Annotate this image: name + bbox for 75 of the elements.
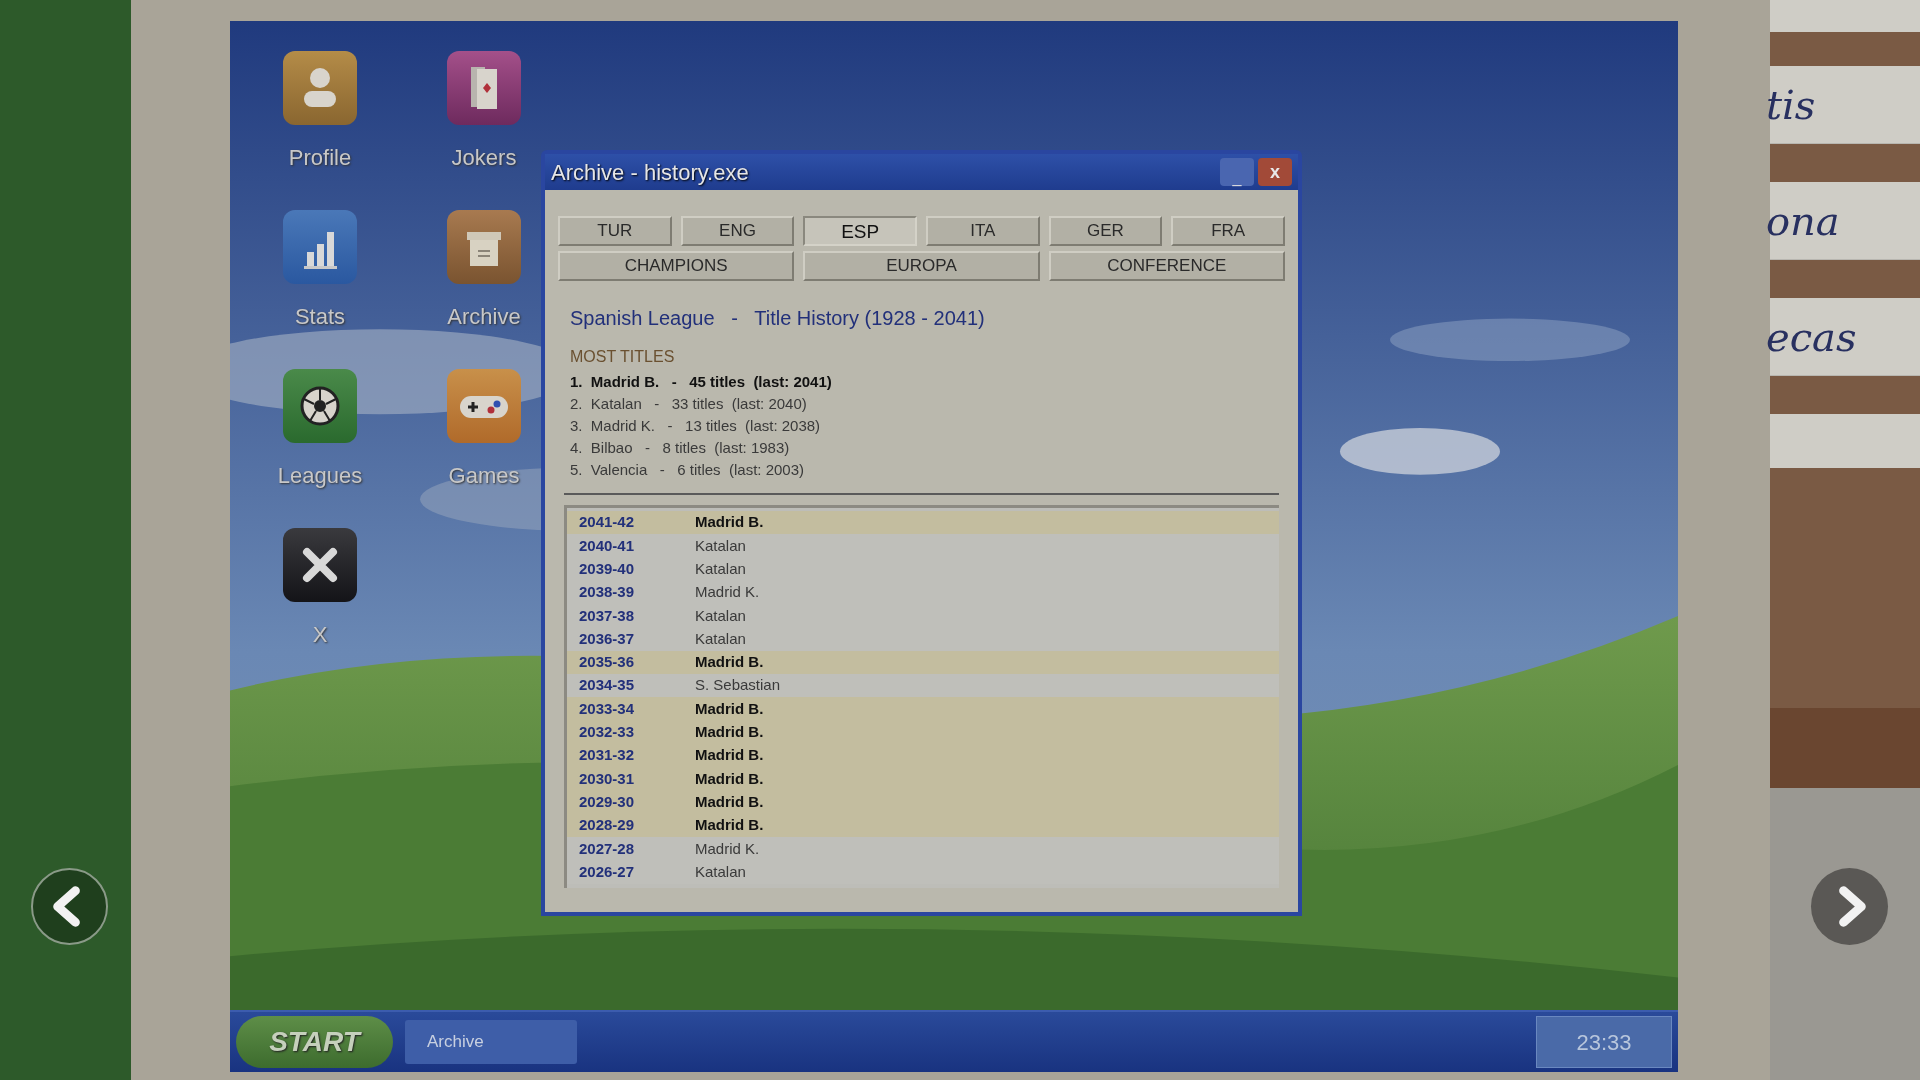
table-row[interactable]: 2028-29 Madrid B. (567, 813, 1279, 838)
club-cell-text: S. Sebastian (695, 675, 781, 696)
club-cell-text: Madrid B. (695, 768, 764, 789)
season-cell-text: 2034-35 (579, 675, 636, 696)
season-cell-text: 2039-40 (579, 559, 636, 579)
season-cell-text: 2040-41 (579, 535, 636, 556)
table-row[interactable]: 2035-36 Madrid B. (567, 650, 1279, 675)
table-row[interactable]: 2029-30 Madrid B. (567, 790, 1279, 814)
clock: 23:33 (1536, 1016, 1672, 1068)
club-cell-text: Katalan (695, 861, 746, 882)
taskbar-button[interactable]: Archive (405, 1020, 577, 1064)
club-cell-text: Madrid B. (695, 722, 764, 743)
ranking-entry: 4. Bilbao - 8 titles (last: 1983) (570, 438, 791, 458)
person-icon[interactable] (283, 51, 357, 125)
table-row[interactable]: 2033-34 Madrid B. (567, 697, 1279, 721)
window-title: Archive - history.exe (551, 158, 750, 187)
season-cell-text: 2035-36 (579, 652, 636, 673)
club-cell-text: Katalan (695, 628, 746, 649)
country-tab[interactable]: ITA (926, 216, 1040, 246)
season-cell-text: 2038-39 (579, 582, 636, 603)
country-tab[interactable]: ENG (680, 216, 795, 246)
icon-label[interactable]: Stats (294, 300, 346, 333)
club-cell-text: Madrid B. (695, 512, 764, 533)
ranking-entry: 1. Madrid B. - 45 titles (last: 2041) (570, 372, 833, 392)
club-cell-text: Madrid B. (695, 745, 764, 766)
icon-label[interactable]: Jokers (451, 141, 517, 174)
season-cell-text: 2033-34 (579, 698, 636, 719)
season-cell-text: 2028-29 (579, 815, 636, 836)
country-tab[interactable]: ESP (803, 216, 917, 246)
icon-label[interactable]: Archive (447, 300, 521, 333)
icon-label[interactable]: Profile (288, 141, 352, 174)
club-cell-text: Madrid B. (695, 791, 764, 812)
table-row[interactable]: 2041-42 Madrid B. (567, 511, 1279, 535)
ranking-entry: 3. Madrid K. - 13 titles (last: 2038) (570, 416, 822, 436)
close-icon[interactable] (283, 528, 357, 602)
club-cell-text: Katalan (695, 559, 746, 579)
ranking-entry: 2. Katalan - 33 titles (last: 2040) (570, 394, 808, 414)
club-cell-text: Madrid B. (695, 698, 764, 719)
note-text: tis (1766, 80, 1816, 130)
competition-tab[interactable]: EUROPA (803, 251, 1040, 281)
table-row[interactable]: 2031-32 Madrid B. (567, 743, 1279, 768)
season-cell-text: 2041-42 (579, 512, 636, 533)
ranking-entry: 5. Valencia - 6 titles (last: 2003) (570, 460, 805, 480)
club-cell-text: Madrid B. (695, 815, 764, 836)
cards-icon[interactable] (447, 51, 521, 125)
country-tab[interactable]: FRA (1171, 216, 1285, 246)
season-cell-text: 2032-33 (579, 722, 636, 743)
note-text: ecas (1766, 312, 1857, 362)
table-row[interactable]: 2032-33 Madrid B. (567, 720, 1279, 744)
close-button[interactable]: x (1258, 158, 1292, 186)
page-heading: Spanish League - Title History (1928 - 2041) (570, 306, 986, 331)
minimize-button[interactable]: _ (1220, 158, 1254, 186)
season-cell-text: 2030-31 (579, 768, 636, 789)
country-tab[interactable]: GER (1048, 216, 1163, 246)
season-cell-text: 2031-32 (579, 745, 636, 766)
wheel-icon[interactable] (283, 369, 357, 443)
season-cell-text: 2027-28 (579, 838, 636, 859)
gamepad-icon[interactable] (447, 369, 521, 443)
box-icon[interactable] (447, 210, 521, 284)
club-cell-text: Madrid K. (695, 582, 760, 603)
competition-tab[interactable]: CONFERENCE (1048, 251, 1285, 281)
season-cell-text: 2036-37 (579, 628, 636, 649)
club-cell-text: Madrid K. (695, 838, 760, 859)
club-cell-text: Madrid B. (695, 652, 764, 673)
bar-chart-icon[interactable] (283, 210, 357, 284)
note-text: ona (1766, 196, 1840, 246)
competition-tab[interactable]: CHAMPIONS (558, 251, 795, 281)
season-cell-text: 2026-27 (579, 861, 636, 882)
country-tab[interactable]: TUR (558, 216, 672, 246)
season-cell-text: 2037-38 (579, 605, 636, 626)
table-row[interactable]: 2030-31 Madrid B. (567, 767, 1279, 791)
club-cell-text: Katalan (695, 535, 746, 556)
section-label: MOST TITLES (570, 347, 676, 367)
season-cell-text: 2029-30 (579, 791, 636, 812)
club-cell-text: Katalan (695, 605, 746, 626)
